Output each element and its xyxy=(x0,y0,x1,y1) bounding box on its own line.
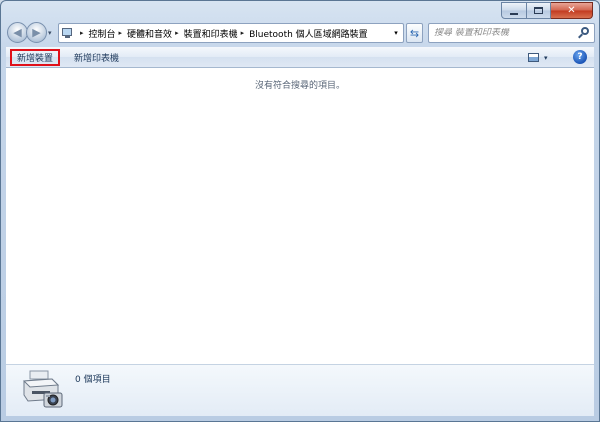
breadcrumb-separator[interactable]: ▸ xyxy=(175,29,179,37)
chevron-down-icon: ▾ xyxy=(544,53,548,62)
address-bar[interactable]: ▸ 控制台 ▸ 硬體和音效 ▸ 裝置和印表機 ▸ Bluetooth 個人區域網… xyxy=(58,23,404,43)
address-history-dropdown[interactable]: ▾ xyxy=(389,24,403,42)
breadcrumb-devices-printers[interactable]: 裝置和印表機 xyxy=(184,27,238,40)
caption-buttons: ✕ xyxy=(501,2,593,19)
view-options-icon xyxy=(528,53,539,62)
back-arrow-icon: ◀ xyxy=(13,26,22,39)
minimize-button[interactable] xyxy=(501,2,527,19)
forward-button[interactable]: ▶ xyxy=(26,22,47,43)
add-printer-button[interactable]: 新增印表機 xyxy=(69,49,124,66)
maximize-icon xyxy=(534,7,543,14)
command-bar: 新增裝置 新增印表機 ▾ ? xyxy=(6,47,594,68)
device-list-area[interactable]: 沒有符合搜尋的項目。 xyxy=(6,68,594,364)
help-icon: ? xyxy=(577,52,583,62)
search-input[interactable] xyxy=(434,28,574,38)
details-pane: 0 個項目 xyxy=(6,364,594,416)
empty-results-message: 沒有符合搜尋的項目。 xyxy=(254,81,345,91)
change-view-button[interactable]: ▾ xyxy=(528,50,554,65)
maximize-button[interactable] xyxy=(527,2,551,19)
close-button[interactable]: ✕ xyxy=(551,2,593,19)
item-count-label: 0 個項目 xyxy=(75,375,111,385)
search-icon[interactable] xyxy=(578,27,590,39)
breadcrumb-control-panel[interactable]: 控制台 xyxy=(89,27,116,40)
breadcrumb-hardware-sound[interactable]: 硬體和音效 xyxy=(127,27,172,40)
close-icon: ✕ xyxy=(567,4,576,16)
add-device-button[interactable]: 新增裝置 xyxy=(10,49,61,66)
recent-pages-dropdown[interactable]: ▾ xyxy=(48,29,52,37)
search-box[interactable] xyxy=(428,23,595,43)
minimize-icon xyxy=(510,12,518,15)
help-button[interactable]: ? xyxy=(573,50,587,64)
refresh-icon: ⇆ xyxy=(409,26,420,40)
navigation-bar: ◀ ▶ ▾ ▸ 控制台 ▸ 硬體和音效 ▸ 裝置和印表機 ▸ Bluetooth… xyxy=(5,20,595,46)
breadcrumb-separator[interactable]: ▸ xyxy=(241,29,245,37)
refresh-button[interactable]: ⇆ xyxy=(406,23,423,43)
computer-icon xyxy=(62,27,75,39)
breadcrumb-bluetooth-pan[interactable]: Bluetooth 個人區域網路裝置 xyxy=(249,27,368,40)
explorer-window: ✕ ◀ ▶ ▾ ▸ 控制台 ▸ 硬體和音效 ▸ 裝置和印表機 ▸ Bluetoo… xyxy=(0,0,600,422)
breadcrumb-separator[interactable]: ▸ xyxy=(80,29,84,37)
printer-camera-icon xyxy=(22,370,63,408)
breadcrumb-separator[interactable]: ▸ xyxy=(119,29,123,37)
back-button[interactable]: ◀ xyxy=(7,22,28,43)
forward-arrow-icon: ▶ xyxy=(32,26,41,39)
